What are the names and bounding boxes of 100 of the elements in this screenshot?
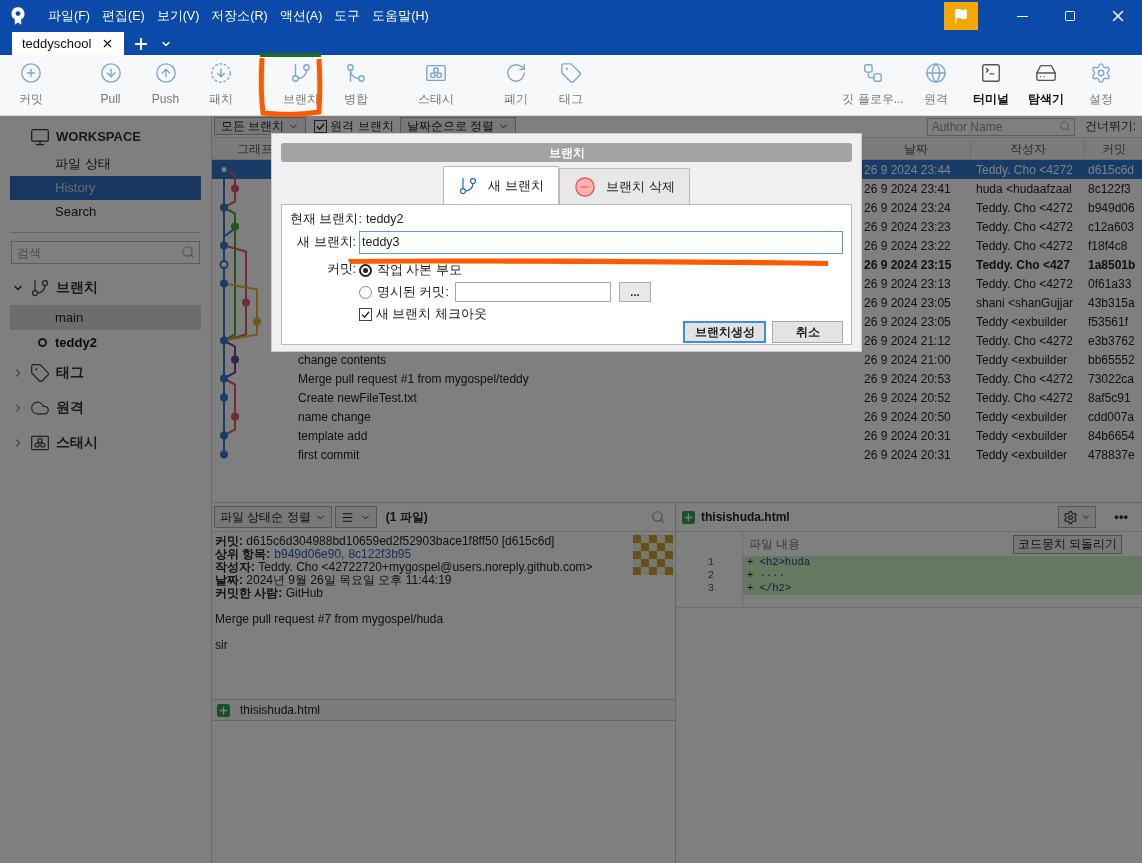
radio-label[interactable]: 명시된 커밋:: [377, 282, 449, 302]
toolbar-button[interactable]: 커밋: [3, 56, 58, 114]
column-header[interactable]: 작성자: [970, 139, 1084, 158]
added-file-icon: [682, 510, 695, 524]
commit-hash-cell-text: 8c122f3: [1087, 180, 1132, 198]
commit-row[interactable]: Create newFileTest.txt 26 9 2024 20:52 Teddy. Cho <4272 8af5c91: [212, 388, 1142, 407]
dialog-button[interactable]: 브랜치생성: [683, 321, 766, 343]
toolbar-button[interactable]: Pull: [83, 56, 138, 114]
toolbar-button[interactable]: 원격: [908, 56, 963, 114]
checkbox-label[interactable]: 새 브랜치 체크아웃: [376, 304, 487, 324]
branch-item[interactable]: main: [10, 305, 201, 330]
toolbar-button[interactable]: 설정: [1073, 56, 1128, 114]
commit-message-text: Merge pull request #7 from mygospel/huda: [215, 613, 445, 626]
commit-row[interactable]: first commit 26 9 2024 20:31 Teddy <exbuilder 478837e: [212, 445, 1142, 464]
view-mode-dropdown[interactable]: [334, 506, 377, 528]
sidebar-section[interactable]: 스태시: [0, 425, 211, 460]
globe-icon: [924, 62, 947, 84]
new-branch-field[interactable]: teddy3: [359, 230, 843, 254]
commit-row[interactable]: name change 26 9 2024 20:50 Teddy <exbuilder cdd007a: [212, 407, 1142, 426]
search-icon: [181, 245, 195, 259]
menu-item[interactable]: 액션(A): [273, 6, 329, 26]
file-sort-dropdown[interactable]: 파일 상태순 정렬: [214, 506, 332, 528]
more-button[interactable]: •••: [1114, 507, 1128, 527]
dialog-tab[interactable]: 새 브랜치: [443, 166, 559, 204]
detail-label: 상위 항목:: [215, 548, 271, 561]
search-icon[interactable]: [651, 510, 665, 524]
flag-icon: [953, 8, 969, 24]
commit-dot: [242, 298, 250, 307]
monitor-icon: [30, 127, 50, 147]
plus-circle-icon: [19, 62, 42, 84]
commit-dot: [220, 431, 228, 440]
dialog-title: 브랜치: [281, 143, 852, 162]
column-header[interactable]: 커밋: [1084, 139, 1142, 158]
chevron-down-icon: [1081, 512, 1092, 522]
author-cell-text: Teddy. Cho <4272: [975, 199, 1074, 217]
commit-message: change contents: [298, 352, 387, 367]
commit-dot: [220, 450, 228, 459]
sidebar-section[interactable]: 원격: [0, 390, 211, 425]
toolbar-button[interactable]: Push: [138, 56, 193, 114]
branch-icon: [289, 62, 312, 84]
revert-hunk-button[interactable]: 코드뭉치 되돌리기: [1012, 534, 1122, 554]
sidebar-item[interactable]: Search: [10, 200, 201, 224]
author-cell-text: Teddy. Cho <4272: [975, 389, 1074, 407]
commit-row[interactable]: change contents 26 9 2024 21:00 Teddy <exbuilder bb65552: [212, 350, 1142, 369]
checkbox[interactable]: [314, 119, 328, 133]
author-cell-text: Teddy. Cho <4272: [975, 161, 1074, 179]
commit-message: name change: [298, 409, 371, 424]
commit-row[interactable]: Merge pull request #1 from mygospel/teddy 26 9 2024 20:53 Teddy. Cho <4272 73022ca: [212, 369, 1142, 388]
commit-hash-cell-text: e3b3762: [1087, 332, 1136, 350]
checkbox[interactable]: [359, 307, 372, 321]
toolbar-button[interactable]: 스태시: [408, 56, 463, 114]
checkbox-label[interactable]: 원격 브랜치: [330, 117, 394, 135]
browse-button[interactable]: ...: [618, 282, 651, 302]
commit-hash-cell-text: c12a603: [1087, 218, 1136, 236]
menu-item[interactable]: 보기(V): [150, 6, 206, 26]
column-header[interactable]: 날짜: [862, 139, 970, 158]
sidebar-item[interactable]: 파일 상태: [10, 152, 201, 176]
toolbar-button[interactable]: 태그: [543, 56, 598, 114]
commit-row[interactable]: template add 26 9 2024 20:31 Teddy <exbuilder 84b6654: [212, 426, 1142, 445]
menu-item[interactable]: 도구: [328, 6, 367, 26]
parent-commit-link[interactable]: b949d06e90,: [274, 548, 345, 561]
branch-filter-dropdown[interactable]: 모든 브랜치: [214, 117, 307, 135]
toolbar-button[interactable]: 탐색기: [1018, 56, 1073, 114]
toolbar-button[interactable]: 깃 플로우...: [838, 56, 908, 114]
sidebar-section[interactable]: 브랜치: [0, 270, 211, 305]
workspace-heading: WORKSPACE: [56, 128, 141, 147]
toolbar-button[interactable]: 폐기: [488, 56, 543, 114]
file-count: (1 파일): [385, 509, 428, 526]
parent-commit-link[interactable]: 8c122f3b95: [348, 548, 412, 561]
date-cell-text: 26 9 2024 23:15: [863, 256, 953, 274]
toolbar-button[interactable]: 브랜치: [273, 56, 328, 114]
sidebar-section[interactable]: 태그: [0, 355, 211, 390]
date-cell-text: 26 9 2024 23:41: [863, 180, 952, 198]
toolbar-button[interactable]: 병합: [328, 56, 383, 114]
date-cell-text: 26 9 2024 20:31: [863, 446, 952, 464]
diff-settings-dropdown[interactable]: [1058, 506, 1097, 528]
radio-label[interactable]: 작업 사본 부모: [377, 260, 462, 280]
dialog-tab[interactable]: 브랜치 삭제: [559, 168, 690, 204]
branch-item[interactable]: teddy2: [10, 330, 201, 355]
jump-label: 건너뛰기:: [1084, 118, 1136, 135]
menu-item[interactable]: 도움말(H): [366, 6, 435, 26]
current-branch-value: teddy2: [365, 210, 404, 228]
menu-item[interactable]: 파일(F): [42, 6, 96, 26]
radio-button[interactable]: [359, 285, 372, 299]
dialog-button[interactable]: 취소: [772, 321, 843, 343]
file-row[interactable]: thisishuda.html: [212, 699, 675, 721]
commit-dot: [220, 336, 228, 345]
search-icon: [1058, 120, 1071, 132]
commit-hash-cell-text: bb65552: [1087, 351, 1136, 369]
detail-line: 커밋한 사람: GitHub: [215, 587, 325, 600]
repository-tab[interactable]: teddyschool: [12, 32, 125, 55]
menu-item[interactable]: 저장소(R): [205, 6, 274, 26]
commit-field[interactable]: [454, 282, 611, 302]
commit-dot: [219, 165, 229, 174]
flag-button[interactable]: [944, 2, 978, 30]
toolbar-button[interactable]: 패치: [193, 56, 248, 114]
menu-item[interactable]: 편집(E): [95, 6, 151, 26]
app-logo-icon: [10, 6, 26, 26]
toolbar-button[interactable]: 터미널: [963, 56, 1018, 114]
commit-dot: [231, 355, 239, 364]
